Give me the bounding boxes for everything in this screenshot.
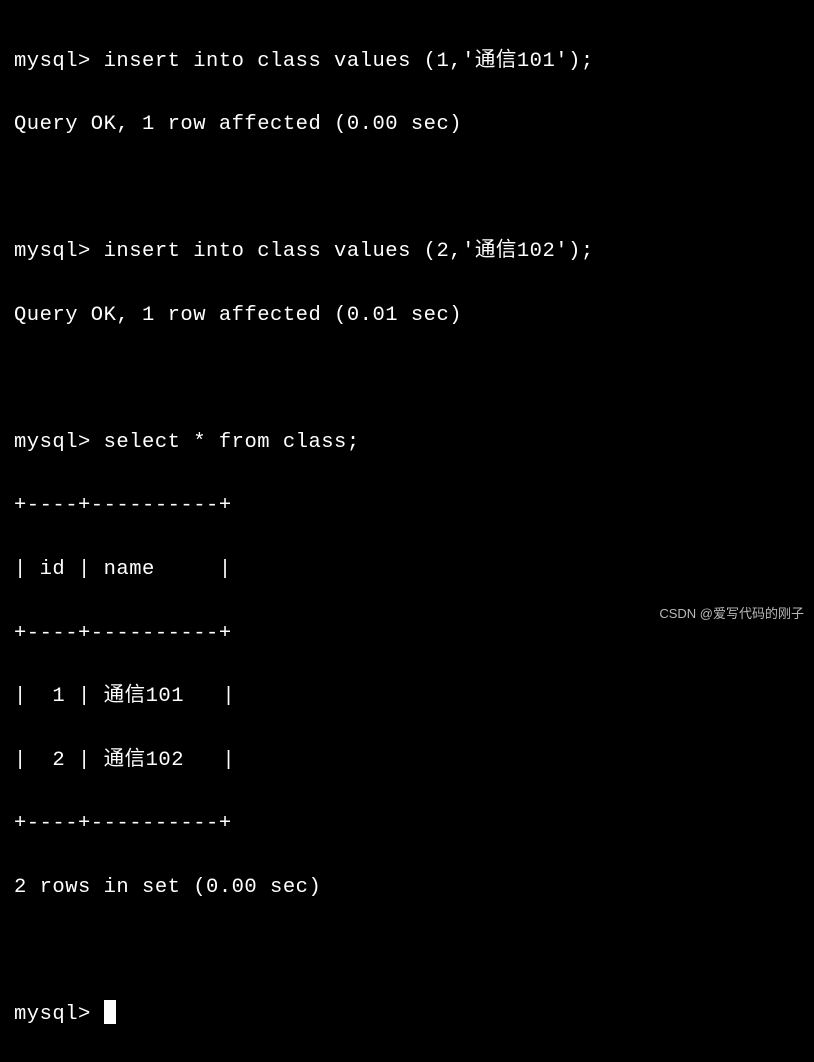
table-row: | 1 | 通信101 | bbox=[14, 681, 800, 713]
command-line: mysql> insert into class values (1,'通信10… bbox=[14, 46, 800, 78]
command-line: mysql> select * from class; bbox=[14, 427, 800, 459]
prompt: mysql> bbox=[14, 50, 104, 73]
command-line: mysql> insert into class values (2,'通信10… bbox=[14, 236, 800, 268]
prompt: mysql> bbox=[14, 240, 104, 263]
prompt: mysql> bbox=[14, 1003, 104, 1026]
result-line: Query OK, 1 row affected (0.01 sec) bbox=[14, 300, 800, 332]
result-footer: 2 rows in set (0.00 sec) bbox=[14, 872, 800, 904]
command-text: insert into class values (1,'通信101'); bbox=[104, 50, 594, 73]
blank-line bbox=[14, 173, 800, 205]
blank-line bbox=[14, 363, 800, 395]
active-prompt-line[interactable]: mysql> bbox=[14, 999, 800, 1031]
result-line: Query OK, 1 row affected (0.00 sec) bbox=[14, 109, 800, 141]
table-header: | id | name | bbox=[14, 554, 800, 586]
blank-line bbox=[14, 935, 800, 967]
watermark: CSDN @爱写代码的刚子 bbox=[659, 604, 804, 624]
command-text: select * from class; bbox=[104, 431, 360, 454]
terminal-output: mysql> insert into class values (1,'通信10… bbox=[14, 14, 800, 1062]
command-text: insert into class values (2,'通信102'); bbox=[104, 240, 594, 263]
table-border: +----+----------+ bbox=[14, 490, 800, 522]
prompt: mysql> bbox=[14, 431, 104, 454]
cursor bbox=[104, 1000, 116, 1024]
table-row: | 2 | 通信102 | bbox=[14, 745, 800, 777]
table-border: +----+----------+ bbox=[14, 808, 800, 840]
